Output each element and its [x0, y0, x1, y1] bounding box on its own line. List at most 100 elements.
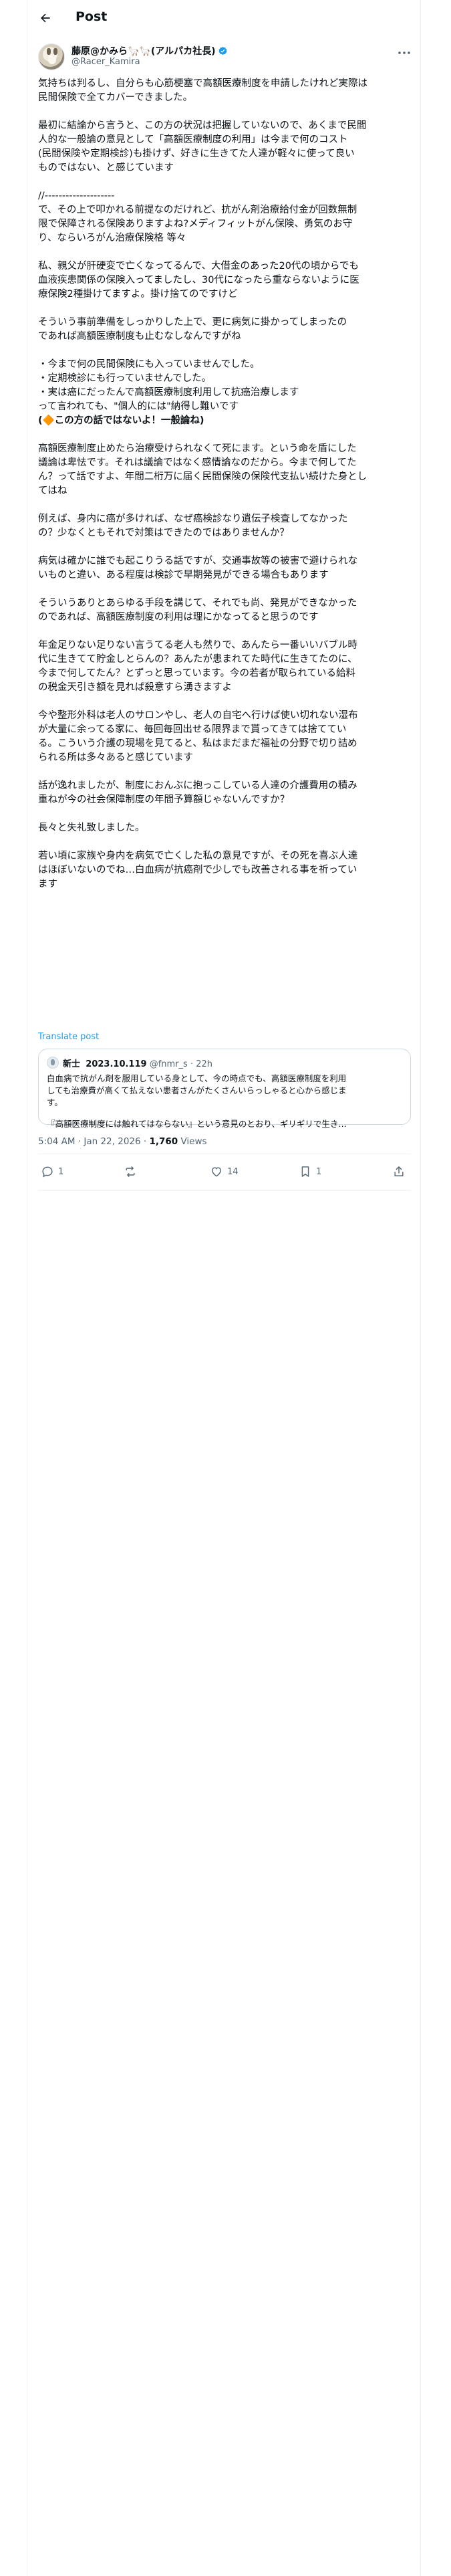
post-timestamp[interactable]: 5:04 AM · Jan 22, 2026 · — [38, 1136, 149, 1147]
post-text-line: 人的な一般論の意見として「高額医療制度の利用」は今まで何のコスト — [38, 134, 348, 145]
post-text-line — [38, 245, 412, 259]
repost-button[interactable] — [124, 1160, 141, 1184]
share-button[interactable] — [392, 1160, 406, 1184]
quoted-text-line: 『高額医療制度には触れてはならない』という意見のとおり、ギリギリで生き… — [47, 1119, 347, 1129]
page-title: Post — [76, 9, 108, 24]
quoted-post-time: · 22h — [190, 1059, 213, 1069]
post-text-line — [38, 835, 412, 849]
bookmark-icon — [301, 1166, 309, 1177]
post-text-line: そういうありとあらゆる手段を講じて、それでも尚、発見ができなかった — [38, 598, 357, 609]
post-text-line: 最初に結論から言うと、この方の状況は把握していないので、あくまで民間 — [38, 120, 367, 131]
post-text-line: で、その上で叩かれる前提なのだけれど、抗がん剤治療給付金が回数無制 — [38, 205, 357, 215]
post-text-line — [38, 625, 412, 639]
like-count: 14 — [227, 1166, 239, 1177]
post-text-line: そういう事前準備をしっかりした上で、更に病気に掛かってしまったの — [38, 317, 347, 328]
post-text-line: 若い頃に家族や身内を病気で亡くした私の意見ですが、その死を喜ぶ人達 — [38, 851, 358, 861]
post-text-line: 療保険2種掛けてますよ。掛け捨てのですけど — [38, 289, 238, 300]
post-text-line — [38, 302, 412, 316]
quoted-author-name: 新士 — [63, 1059, 81, 1069]
post-text-line: てはね — [38, 486, 67, 496]
post-text-line: られる所は多々あると感じています — [38, 752, 193, 763]
arrow-left-icon — [41, 13, 50, 23]
reply-button[interactable]: 1 — [41, 1160, 63, 1184]
quoted-post-text: 白血病で抗がん剤を服用している身として、今の時点でも、高額医療制度を利用 しても治… — [47, 1073, 404, 1130]
post-text-line: のであれば、高額医療制度の利用は理にかなってると思うのです — [38, 612, 319, 623]
views-label: Views — [178, 1136, 207, 1147]
post-text-line: 民間保険で全てカバーできました。 — [38, 92, 193, 103]
quoted-author-handle: @fnmr_s — [149, 1059, 188, 1069]
quoted-author-date-label: 2023.10.119 — [86, 1059, 147, 1069]
post-text-line: 私、親父が肝硬変で亡くなってるんで、大借金のあった20代の頃からでも — [38, 261, 359, 272]
top-bar: Post — [27, 0, 422, 35]
bookmark-count: 1 — [316, 1166, 322, 1177]
author-name-row[interactable]: 藤原@かみら🦙🦙(アルパカ社長) — [71, 44, 228, 58]
repost-icon — [126, 1166, 135, 1177]
post-text-line: が大量に余ってる家に、毎回毎回出せる限界まで貰ってきては捨ててい — [38, 724, 347, 735]
post-text-line: 今まで何してたん？とずっと思っています。今の若者が取られている給料 — [38, 668, 356, 679]
post-text-line: 気持ちは判るし、自分らも心筋梗塞で高額医療制度を申請したけれど実際は — [38, 78, 367, 89]
post-meta: 5:04 AM · Jan 22, 2026 · 1,760 Views — [38, 1136, 207, 1147]
post-text: 気持ちは判るし、自分らも心筋梗塞で高額医療制度を申請したけれど実際は 民間保険で全… — [38, 77, 412, 891]
post-text-line: (民間保険や定期検診)も掛けず、好きに生きてた人達が軽々に使って良い — [38, 148, 355, 159]
post-text-line: る。こういう介護の現場を見てると、私はまだまだ福祉の分野で切り詰め — [38, 738, 357, 749]
post-text-line — [38, 105, 412, 119]
author-handle[interactable]: @Racer_Kamira — [71, 57, 140, 67]
post-text-line: 限で保障される保険ありますよね?メディフィットがん保険、勇気のお守 — [38, 219, 353, 229]
author-name[interactable]: 藤原@かみら🦙🦙(アルパカ社長) — [71, 44, 216, 58]
post-text-line: 年金足りない足りない言うてる老人も然りで、あんたら一番いいバブル時 — [38, 640, 357, 651]
quoted-text-line — [47, 1109, 404, 1118]
post-text-line: であれば高額医療制度も止むなしなんですがね — [38, 331, 241, 342]
post-text-line — [38, 582, 412, 597]
quoted-post[interactable]: 新士 2023.10.119 @fnmr_s · 22h 白血病で抗がん剤を服用… — [38, 1049, 411, 1129]
like-icon — [212, 1167, 221, 1177]
post-text-line — [38, 807, 412, 821]
action-bar: 1 14 1 — [38, 1160, 411, 1184]
post-text-line: ・定期検診にも行っていませんでした。 — [38, 373, 212, 384]
share-icon — [394, 1166, 404, 1176]
quoted-text-line: しても治療費が高くて払えない患者さんがたくさんいらっしゃると心から感じま — [47, 1085, 347, 1095]
post-text-line: ・実は癌にだったんで高額医療制度利用して抗癌治療します — [38, 387, 299, 398]
post-text-line: 病気は確かに誰でも起こりうる話ですが、交通事故等の被害で避けられな — [38, 556, 358, 566]
post-text-line — [38, 175, 412, 189]
post-text-line: 重ねが今の社会保障制度の年間予算額じゃないんですか？ — [38, 794, 290, 805]
post-text-line: 話が逸れましたが、制度におんぶに抱っこしている人達の介護費用の積み — [38, 780, 357, 791]
view-count: 1,760 — [149, 1136, 178, 1147]
post-text-line — [38, 498, 412, 512]
reply-count: 1 — [58, 1166, 64, 1177]
post-detail-column: Post 藤原@かみら🦙🦙(アルパカ社長) @Racer_Kamira 気持ちは… — [27, 0, 421, 2576]
translate-post-link[interactable]: Translate post — [38, 1032, 99, 1042]
post-text-line: 例えば、身内に癌が多ければ、なぜ癌検診なり遺伝子検査してなかった — [38, 514, 348, 524]
post-text-line: の税金天引き額を見れば殺意すら湧きますよ — [38, 682, 232, 693]
post-text-line: はほぼいないのでね…白血病が抗癌剤で少しでも改善される事を祈ってい — [38, 865, 357, 875]
bookmark-button[interactable]: 1 — [299, 1160, 321, 1184]
post-text-line: 高額医療制度止めたら治療受けられなくて死にます。という命を盾にした — [38, 443, 357, 454]
post-text-line: ・今まで何の民間保険にも入っていませんでした。 — [38, 359, 260, 370]
quoted-post-header: 新士 2023.10.119 @fnmr_s · 22h — [63, 1057, 212, 1069]
post-text-line: いものと違い、ある程度は検診で早期発見ができる場合もあります — [38, 570, 329, 580]
post-text-line: 今や整形外科は老人のサロンやし、老人の自宅へ行けば使い切れない湿布 — [38, 710, 358, 721]
back-button[interactable] — [36, 9, 55, 27]
post-text-line: 代に生きてて貯金しとらんの？あんたが患まれてた時代に生きてたのに、 — [38, 654, 357, 665]
post-text-line: り、ならいろがん治療保険格 等々 — [38, 233, 186, 243]
author-avatar[interactable] — [38, 43, 65, 70]
post-text-line — [38, 695, 412, 709]
post-text-line: ん？って話ですよ、年間二桁万に届く民間保険の保険代支払い続けた身とし — [38, 471, 367, 482]
more-options-icon[interactable] — [397, 48, 412, 58]
quoted-author-avatar — [47, 1057, 59, 1069]
reply-icon — [42, 1166, 53, 1178]
post-text-line — [38, 765, 412, 779]
post-text-line: の？少なくともそれで対策はできたのではありませんか？ — [38, 528, 289, 538]
quoted-text-line: 白血病で抗がん剤を服用している身として、今の時点でも、高額医療制度を利用 — [47, 1073, 347, 1083]
like-button[interactable]: 14 — [210, 1160, 239, 1184]
post-text-line — [38, 428, 412, 442]
divider — [38, 1190, 411, 1191]
post-text-line: 議論は卑怯です。それは議論ではなく感情論なのだから。今まで何してた — [38, 457, 357, 468]
verified-badge-icon — [218, 46, 227, 55]
post-text-line: ます — [38, 879, 57, 889]
quoted-text-line: す。 — [47, 1097, 63, 1107]
post-text-line: 血液疾患関係の保険入ってましたし、30代になったら重ならないように医 — [38, 275, 359, 286]
post-text-line: って言われても、"個人的には"納得し難いです — [38, 401, 239, 412]
post-text-line: (🔶この方の話ではないよ！一般論ね) — [38, 415, 204, 426]
post-text-line: //-------------------- — [38, 191, 115, 201]
post-text-line — [38, 540, 412, 554]
